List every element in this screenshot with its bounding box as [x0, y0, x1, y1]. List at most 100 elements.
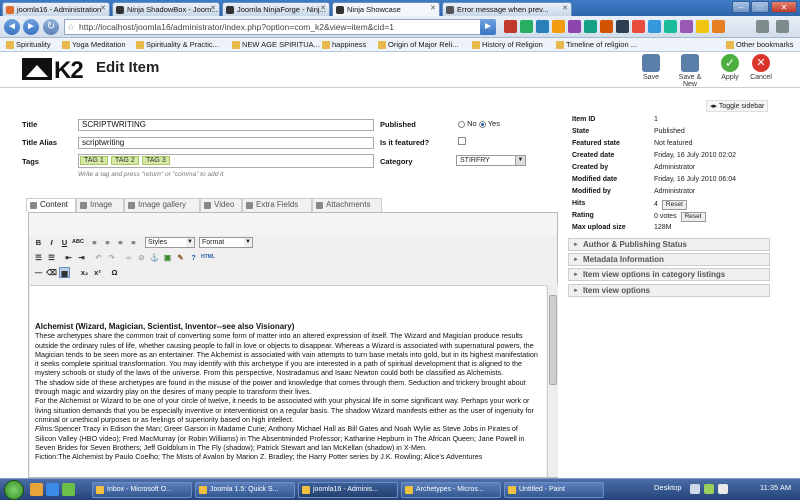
numbered-list-icon[interactable]: ☰ [46, 252, 57, 263]
italic-button[interactable]: I [46, 237, 57, 248]
align-right-icon[interactable]: ≡ [115, 237, 126, 248]
published-no-radio[interactable] [458, 120, 465, 128]
remove-format-icon[interactable]: ⌫ [46, 267, 57, 278]
cleanup-icon[interactable]: ✎ [175, 252, 186, 263]
outdent-icon[interactable]: ⇤ [63, 252, 74, 263]
bookmark-item[interactable]: Yoga Meditation [62, 40, 126, 49]
editor-scrollbar[interactable] [547, 285, 558, 477]
browser-tab-5[interactable]: Error message when prev... ✕ [442, 2, 572, 16]
scroll-thumb[interactable] [549, 295, 557, 385]
save-and-new-button[interactable]: Save & New [671, 54, 709, 88]
forward-button[interactable]: ► [23, 19, 39, 35]
extension-icon[interactable] [552, 20, 565, 33]
tags-input[interactable]: TAG 1 TAG 2 TAG 3 [78, 154, 374, 168]
start-button[interactable] [4, 480, 24, 500]
desktop-toolbar[interactable]: Desktop [654, 483, 682, 492]
taskbar-app[interactable]: joomla16 - Adminis... [298, 482, 398, 498]
extension-icon[interactable] [712, 20, 725, 33]
page-menu-icon[interactable] [756, 20, 769, 33]
taskbar-app[interactable]: Archetypes - Micros... [401, 482, 501, 498]
quick-launch-icon[interactable] [62, 483, 75, 496]
save-button[interactable]: Save [632, 54, 670, 81]
quick-launch-icon[interactable] [30, 483, 43, 496]
extension-icon[interactable] [504, 20, 517, 33]
bullet-list-icon[interactable]: ☰ [33, 252, 44, 263]
tab-content[interactable]: Content [26, 198, 76, 212]
title-input[interactable]: SCRIPTWRITING [78, 119, 374, 131]
extension-icon[interactable] [568, 20, 581, 33]
panel-category-view-options[interactable]: Item view options in category listings [568, 268, 770, 281]
tab-image[interactable]: Image [76, 198, 124, 212]
visual-aid-icon[interactable]: ▦ [59, 267, 70, 278]
undo-icon[interactable]: ↶ [93, 252, 104, 263]
extension-icon[interactable] [632, 20, 645, 33]
link-icon[interactable]: ∞ [123, 252, 134, 263]
extension-icon[interactable] [648, 20, 661, 33]
bookmark-star-icon[interactable]: ☆ [67, 20, 75, 34]
window-close-button[interactable]: ✕ [771, 1, 797, 13]
bookmark-item[interactable]: Origin of Major Reli... [378, 40, 458, 49]
maximize-button[interactable]: □ [751, 1, 769, 13]
minimize-button[interactable]: – [732, 1, 750, 13]
close-icon[interactable]: ✕ [100, 4, 106, 12]
anchor-icon[interactable]: ⚓ [149, 252, 160, 263]
tag-chip[interactable]: TAG 2 [111, 156, 139, 165]
taskbar-app[interactable]: Inbox - Microsoft O... [92, 482, 192, 498]
tag-chip[interactable]: TAG 1 [80, 156, 108, 165]
close-icon[interactable]: ✕ [210, 4, 216, 12]
bookmark-item[interactable]: History of Religion [472, 40, 543, 49]
subscript-icon[interactable]: x₂ [79, 267, 90, 278]
tray-icon[interactable] [704, 484, 714, 494]
bookmark-item[interactable]: Spirituality [6, 40, 51, 49]
extension-icon[interactable] [680, 20, 693, 33]
align-left-icon[interactable]: ≡ [89, 237, 100, 248]
redo-icon[interactable]: ↷ [106, 252, 117, 263]
browser-tab-1[interactable]: joomla16 - Administration ✕ [2, 2, 110, 16]
panel-author-publishing[interactable]: Author & Publishing Status [568, 238, 770, 251]
styles-select[interactable]: Styles ▼ [145, 237, 195, 248]
extension-icon[interactable] [696, 20, 709, 33]
special-character-icon[interactable]: Ω [109, 267, 120, 278]
horizontal-rule-icon[interactable]: — [33, 267, 44, 278]
browser-tab-2[interactable]: Ninja ShadowBox - Joom... ✕ [112, 2, 220, 16]
browser-tab-3[interactable]: Joomla NinjaForge - Ninj... ✕ [222, 2, 330, 16]
tab-extra-fields[interactable]: Extra Fields [242, 198, 312, 212]
panel-metadata[interactable]: Metadata Information [568, 253, 770, 266]
extension-icon[interactable] [664, 20, 677, 33]
close-icon[interactable]: ✕ [562, 4, 568, 12]
extension-icon[interactable] [600, 20, 613, 33]
bookmark-item[interactable]: happiness [322, 40, 366, 49]
bookmark-item[interactable]: Spirituality & Practic... [136, 40, 219, 49]
bookmark-item[interactable]: NEW AGE SPIRITUA... [232, 40, 320, 49]
toggle-sidebar-button[interactable]: ◂▸ Toggle sidebar [706, 100, 769, 112]
format-select[interactable]: Format ▼ [199, 237, 253, 248]
published-yes-radio[interactable] [478, 120, 486, 128]
extension-icon[interactable] [536, 20, 549, 33]
back-button[interactable]: ◄ [4, 19, 20, 35]
taskbar-app[interactable]: Joomla 1.5: Quick S... [195, 482, 295, 498]
justify-icon[interactable]: ≡ [128, 237, 139, 248]
tab-image-gallery[interactable]: Image gallery [124, 198, 200, 212]
reset-hits-button[interactable]: Reset [661, 200, 687, 210]
taskbar-app[interactable]: Untitled - Paint [504, 482, 604, 498]
close-icon[interactable]: ✕ [320, 4, 326, 12]
bold-button[interactable]: B [33, 237, 44, 248]
unlink-icon[interactable]: ⊘ [136, 252, 147, 263]
extension-icon[interactable] [584, 20, 597, 33]
category-select[interactable]: STIRFRY ▼ [456, 155, 526, 166]
other-bookmarks[interactable]: Other bookmarks [726, 40, 794, 49]
extension-icon[interactable] [520, 20, 533, 33]
indent-icon[interactable]: ⇥ [76, 252, 87, 263]
tag-chip[interactable]: TAG 3 [142, 156, 170, 165]
html-source-icon[interactable]: HTML [201, 252, 215, 263]
insert-image-icon[interactable]: ▣ [162, 252, 173, 263]
close-icon[interactable]: ✕ [430, 4, 436, 12]
cancel-button[interactable]: ✕ Cancel [742, 54, 780, 81]
clock[interactable]: 11:35 AM [760, 483, 791, 492]
extension-icon[interactable] [616, 20, 629, 33]
featured-checkbox[interactable] [458, 137, 466, 145]
underline-button[interactable]: U [59, 237, 70, 248]
tab-video[interactable]: Video [200, 198, 242, 212]
superscript-icon[interactable]: x² [92, 267, 103, 278]
alias-input[interactable]: scriptwriting [78, 137, 374, 149]
